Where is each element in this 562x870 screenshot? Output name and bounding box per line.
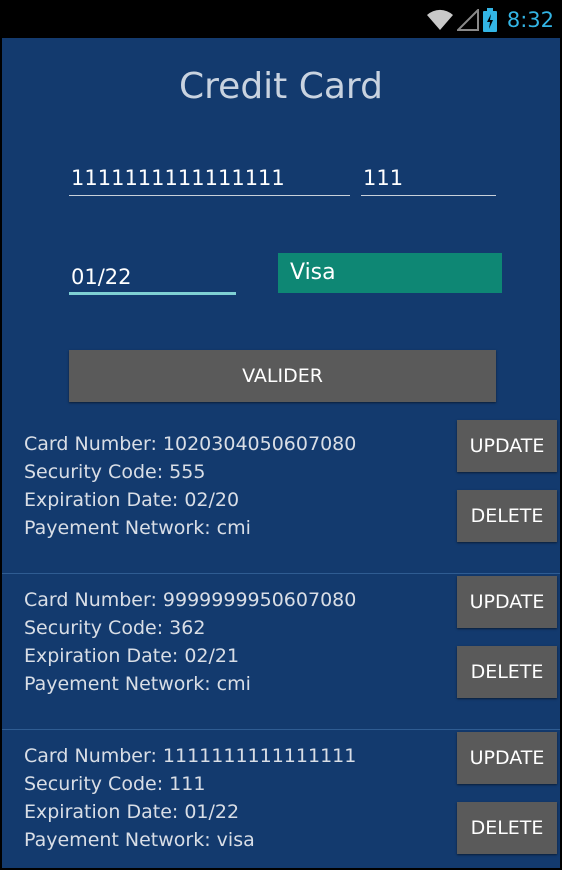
card-item: Card Number: 1020304050607080 Security C… [2,418,560,574]
expiration-date-value: 01/22 [71,265,132,289]
card-network-text: Payement Network: visa [24,829,255,851]
payment-network-select[interactable]: Visa [278,253,502,293]
wifi-icon [426,9,453,30]
payment-network-value: Visa [290,260,336,285]
card-number-input[interactable]: 1111111111111111 [69,156,350,196]
card-item: Card Number: 1111111111111111 Security C… [2,730,560,868]
delete-button[interactable]: DELETE [457,802,557,854]
expiration-date-input[interactable]: 01/22 [69,252,236,295]
page-title: Credit Card [179,66,383,107]
card-number-underline [69,195,350,196]
card-network-text: Payement Network: cmi [24,517,251,539]
card-expiry-text: Expiration Date: 01/22 [24,801,240,823]
app-screen: Credit Card 1111111111111111 111 01/22 V… [2,38,560,868]
update-button[interactable]: UPDATE [457,732,557,784]
security-code-value: 111 [363,166,404,190]
card-code-text: Security Code: 362 [24,617,206,639]
card-item: Card Number: 9999999950607080 Security C… [2,574,560,730]
battery-charging-icon [482,8,497,32]
valider-button[interactable]: VALIDER [69,350,496,402]
card-expiry-text: Expiration Date: 02/20 [24,489,240,511]
card-number-value: 1111111111111111 [71,166,285,190]
status-bar: 8:32 [0,0,562,38]
signal-icon [456,9,479,31]
card-code-text: Security Code: 111 [24,773,206,795]
card-expiry-text: Expiration Date: 02/21 [24,645,240,667]
card-number-text: Card Number: 1020304050607080 [24,433,357,455]
security-code-input[interactable]: 111 [361,156,496,196]
delete-button[interactable]: DELETE [457,490,557,542]
delete-button[interactable]: DELETE [457,646,557,698]
card-network-text: Payement Network: cmi [24,673,251,695]
card-info: Card Number: 1111111111111111 Security C… [24,742,356,854]
expiration-date-underline [69,292,236,295]
status-icons: 8:32 [426,6,554,34]
card-info: Card Number: 1020304050607080 Security C… [24,430,356,542]
card-number-text: Card Number: 1111111111111111 [24,745,357,767]
card-code-text: Security Code: 555 [24,461,206,483]
status-time: 8:32 [506,8,554,32]
card-number-text: Card Number: 9999999950607080 [24,589,357,611]
update-button[interactable]: UPDATE [457,576,557,628]
security-code-underline [361,195,496,196]
card-info: Card Number: 9999999950607080 Security C… [24,586,356,698]
update-button[interactable]: UPDATE [457,420,557,472]
